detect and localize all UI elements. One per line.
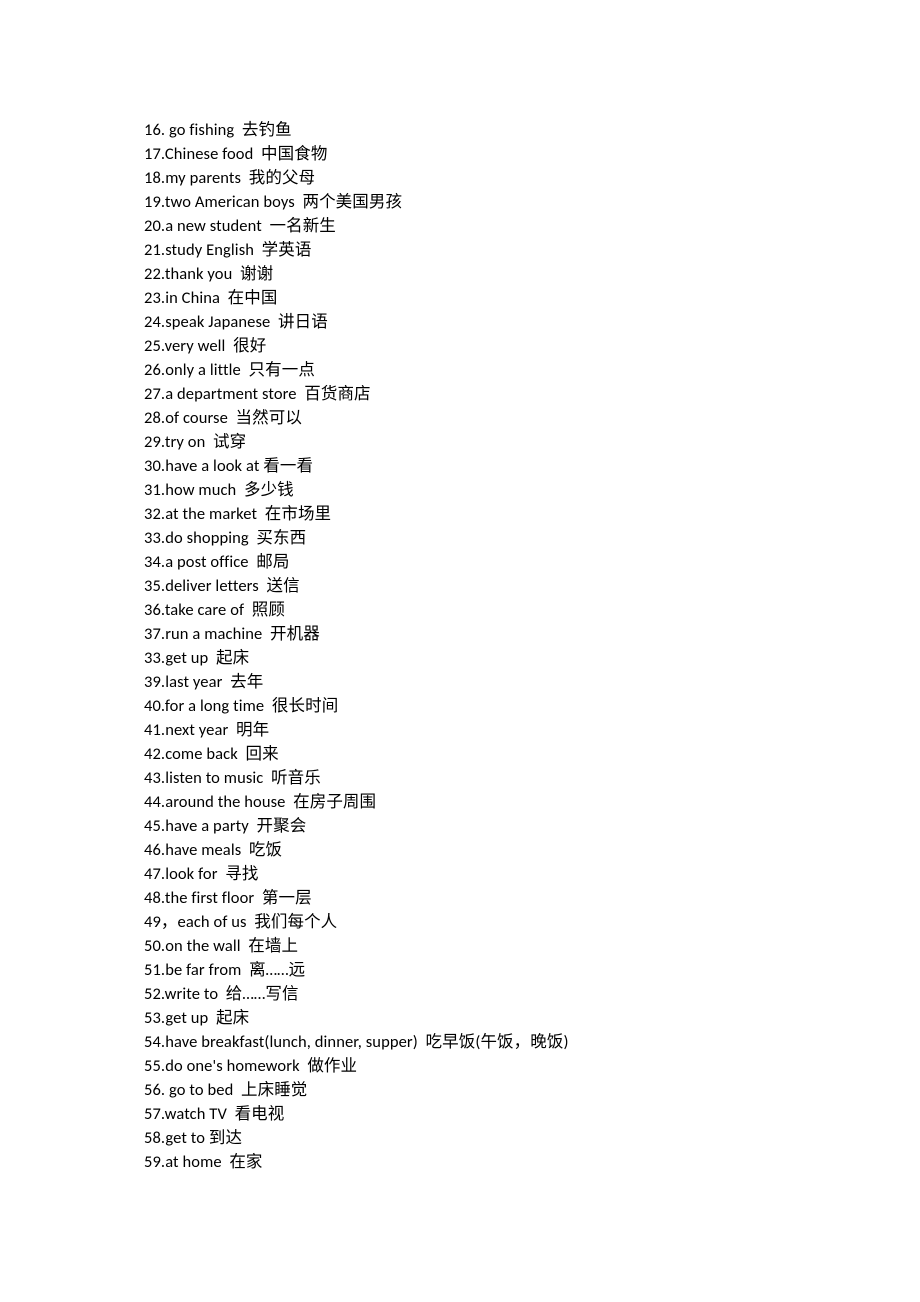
list-item: 54.have breakfast(lunch, dinner, supper)… (144, 1030, 776, 1054)
list-item: 33.get up 起床 (144, 646, 776, 670)
list-item: 26.only a little 只有一点 (144, 358, 776, 382)
list-item: 52.write to 给……写信 (144, 982, 776, 1006)
list-item: 23.in China 在中国 (144, 286, 776, 310)
list-item: 21.study English 学英语 (144, 238, 776, 262)
list-item: 36.take care of 照顾 (144, 598, 776, 622)
list-item: 33.do shopping 买东西 (144, 526, 776, 550)
list-item: 20.a new student 一名新生 (144, 214, 776, 238)
list-item: 51.be far from 离……远 (144, 958, 776, 982)
list-item: 58.get to 到达 (144, 1126, 776, 1150)
list-item: 44.around the house 在房子周围 (144, 790, 776, 814)
list-item: 37.run a machine 开机器 (144, 622, 776, 646)
list-item: 50.on the wall 在墙上 (144, 934, 776, 958)
list-item: 43.listen to music 听音乐 (144, 766, 776, 790)
list-item: 35.deliver letters 送信 (144, 574, 776, 598)
list-item: 42.come back 回来 (144, 742, 776, 766)
list-item: 31.how much 多少钱 (144, 478, 776, 502)
list-item: 45.have a party 开聚会 (144, 814, 776, 838)
content-block: 16. go fishing 去钓鱼 17.Chinese food 中国食物 … (144, 118, 776, 1174)
list-item: 59.at home 在家 (144, 1150, 776, 1174)
list-item: 22.thank you 谢谢 (144, 262, 776, 286)
list-item: 53.get up 起床 (144, 1006, 776, 1030)
list-item: 18.my parents 我的父母 (144, 166, 776, 190)
list-item: 32.at the market 在市场里 (144, 502, 776, 526)
list-item: 17.Chinese food 中国食物 (144, 142, 776, 166)
list-item: 57.watch TV 看电视 (144, 1102, 776, 1126)
list-item: 16. go fishing 去钓鱼 (144, 118, 776, 142)
list-item: 55.do one's homework 做作业 (144, 1054, 776, 1078)
list-item: 56. go to bed 上床睡觉 (144, 1078, 776, 1102)
document-page: 16. go fishing 去钓鱼 17.Chinese food 中国食物 … (0, 0, 920, 1302)
list-item: 39.last year 去年 (144, 670, 776, 694)
list-item: 48.the first floor 第一层 (144, 886, 776, 910)
list-item: 49，each of us 我们每个人 (144, 910, 776, 934)
list-item: 25.very well 很好 (144, 334, 776, 358)
list-item: 40.for a long time 很长时间 (144, 694, 776, 718)
list-item: 19.two American boys 两个美国男孩 (144, 190, 776, 214)
list-item: 34.a post office 邮局 (144, 550, 776, 574)
list-item: 47.look for 寻找 (144, 862, 776, 886)
list-item: 29.try on 试穿 (144, 430, 776, 454)
list-item: 28.of course 当然可以 (144, 406, 776, 430)
list-item: 41.next year 明年 (144, 718, 776, 742)
list-item: 30.have a look at 看一看 (144, 454, 776, 478)
list-item: 46.have meals 吃饭 (144, 838, 776, 862)
list-item: 24.speak Japanese 讲日语 (144, 310, 776, 334)
list-item: 27.a department store 百货商店 (144, 382, 776, 406)
